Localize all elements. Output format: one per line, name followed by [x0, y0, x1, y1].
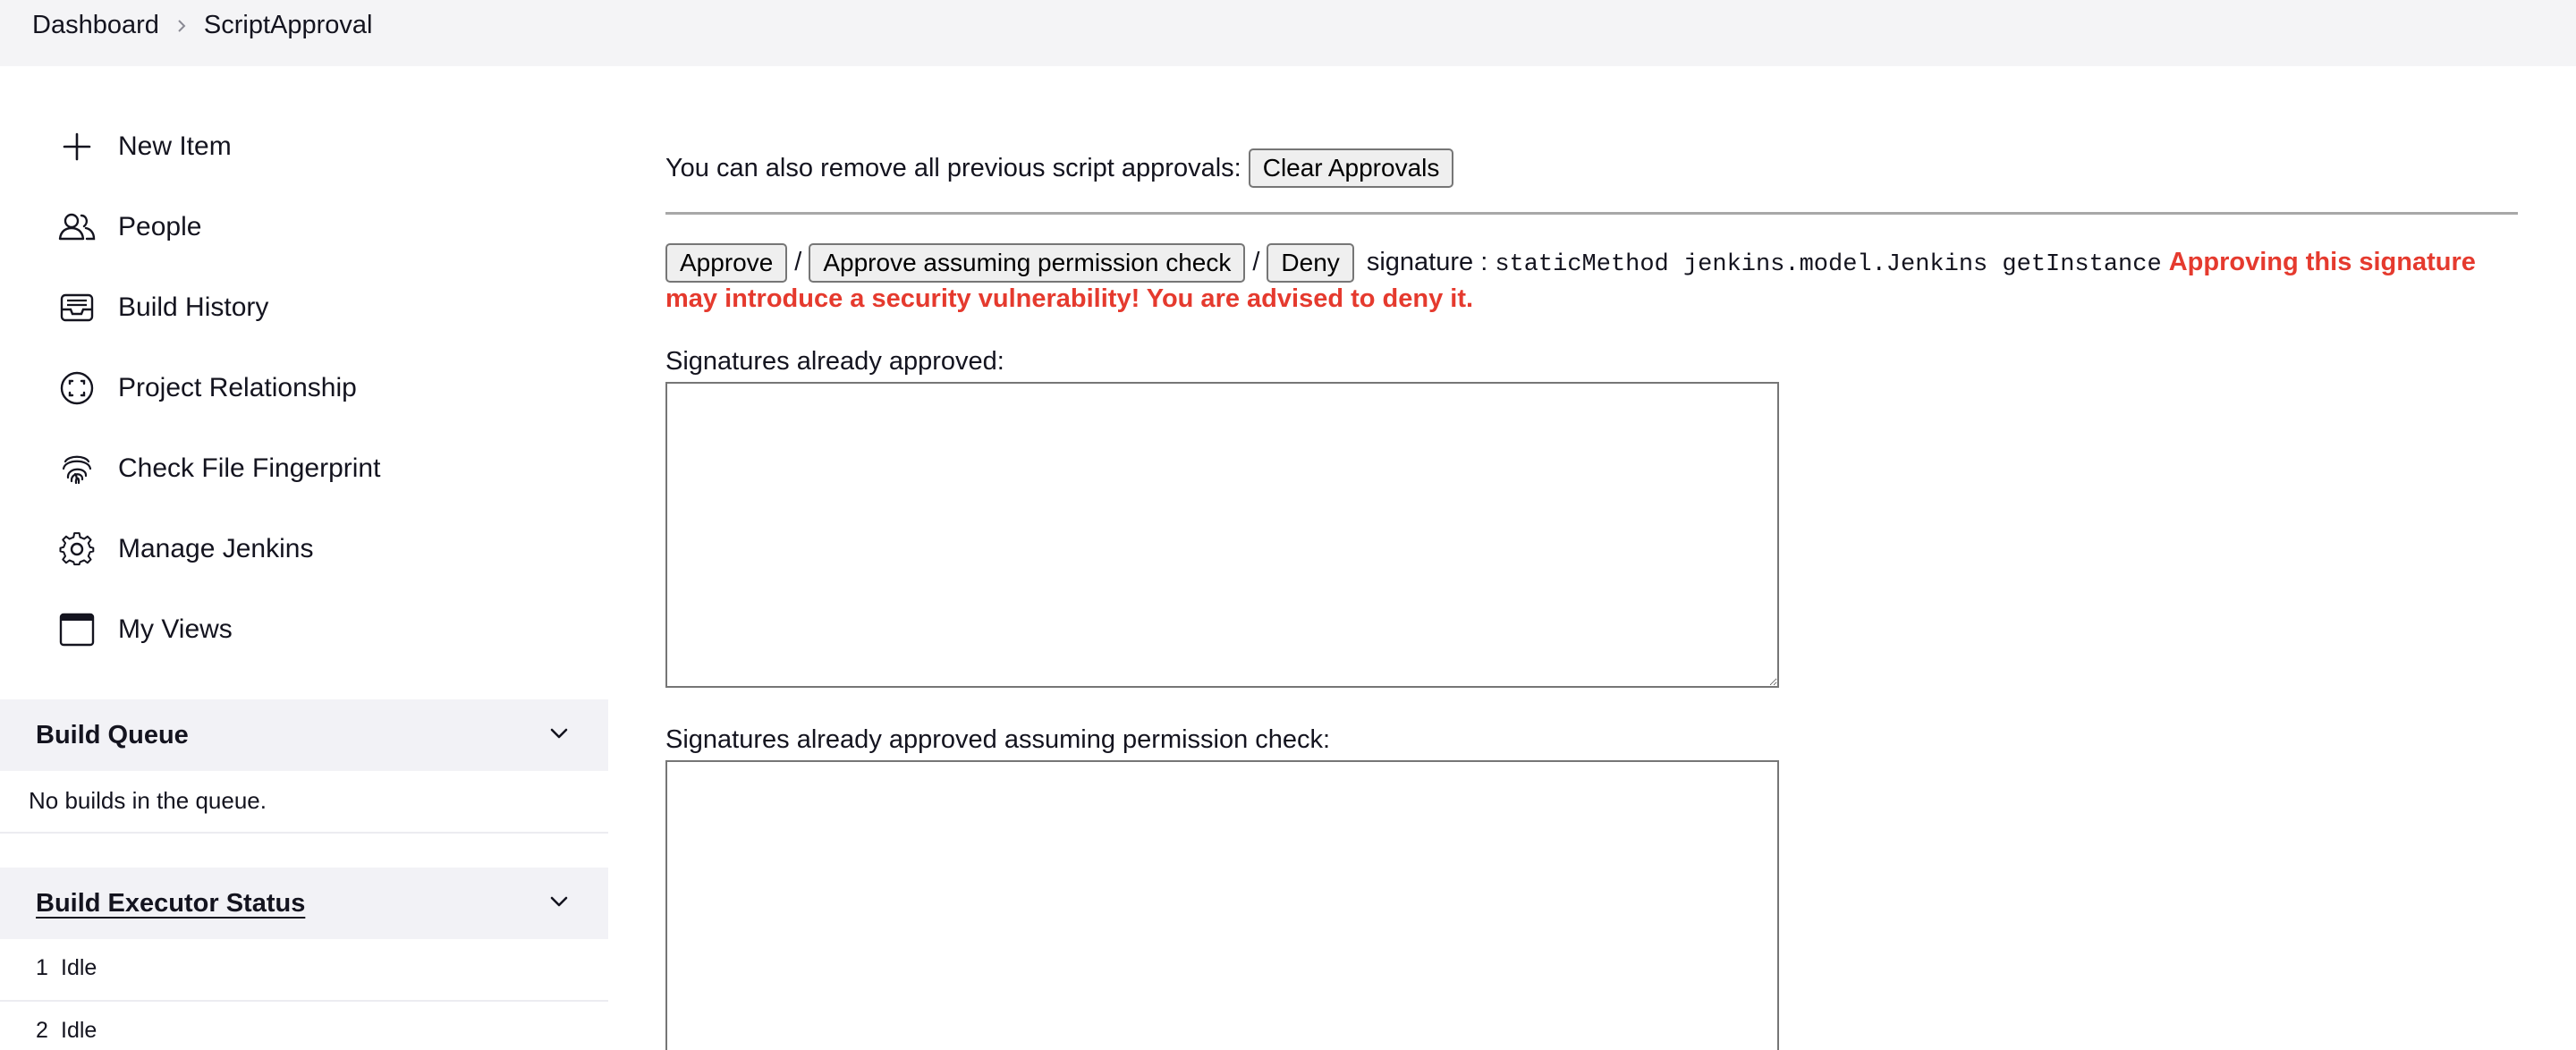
- slash-separator: /: [794, 248, 802, 276]
- approved-signatures-label: Signatures already approved:: [665, 347, 1004, 376]
- approved-permission-signatures-textarea[interactable]: [665, 760, 1779, 1050]
- sidebar-item-label: Build History: [118, 292, 269, 322]
- sidebar-item-manage-jenkins[interactable]: Manage Jenkins: [54, 522, 313, 576]
- executor-status: Idle: [61, 1018, 97, 1043]
- approve-assuming-permission-button[interactable]: Approve assuming permission check: [809, 243, 1246, 284]
- executor-row: 1 Idle: [36, 955, 97, 981]
- fingerprint-icon: [54, 445, 100, 492]
- signature-label: signature :: [1366, 248, 1488, 276]
- breadcrumb-dashboard[interactable]: Dashboard: [32, 9, 159, 41]
- executor-row: 2 Idle: [36, 1018, 97, 1044]
- signature-value: staticMethod jenkins.model.Jenkins getIn…: [1495, 251, 2162, 278]
- security-warning: Approving this signature: [2168, 248, 2476, 276]
- relationship-icon: [54, 365, 100, 411]
- divider: [0, 832, 608, 834]
- divider: [0, 1000, 608, 1002]
- clear-approvals-line: You can also remove all previous script …: [665, 148, 1454, 188]
- security-warning-continued: may introduce a security vulnerability! …: [665, 284, 1474, 313]
- pending-signature: Approve / Approve assuming permission chec…: [665, 243, 2526, 284]
- approve-button[interactable]: Approve: [665, 243, 788, 284]
- deny-button[interactable]: Deny: [1267, 243, 1354, 284]
- people-icon: [54, 204, 100, 250]
- slash-separator: /: [1252, 248, 1260, 276]
- approved-permission-signatures-label: Signatures already approved assuming per…: [665, 725, 1331, 754]
- breadcrumb: Dashboard ScriptApproval: [32, 9, 372, 41]
- top-bar: Dashboard ScriptApproval: [0, 0, 2576, 66]
- approved-signatures-textarea[interactable]: [665, 382, 1779, 688]
- gear-icon: [54, 526, 100, 572]
- separator-line: [665, 212, 2518, 215]
- chevron-down-icon[interactable]: [546, 720, 572, 751]
- plus-icon: [54, 123, 100, 170]
- sidebar-item-label: New Item: [118, 131, 232, 161]
- sidebar-item-label: Manage Jenkins: [118, 534, 314, 563]
- executor-number: 1: [36, 955, 48, 980]
- sidebar-item-check-file-fingerprint[interactable]: Check File Fingerprint: [54, 442, 380, 495]
- sidebar-item-label: People: [118, 212, 202, 241]
- sidebar-item-label: Check File Fingerprint: [118, 453, 381, 483]
- clear-approvals-text: You can also remove all previous script …: [665, 153, 1241, 182]
- inbox-icon: [54, 284, 100, 331]
- sidebar-item-label: My Views: [118, 614, 233, 644]
- executor-status-header[interactable]: Build Executor Status: [0, 868, 608, 939]
- sidebar-item-build-history[interactable]: Build History: [54, 281, 268, 334]
- chevron-right-icon: [159, 9, 204, 41]
- build-queue-title: Build Queue: [36, 720, 189, 749]
- main-content: You can also remove all previous script …: [665, 66, 2544, 1050]
- sidebar-item-label: Project Relationship: [118, 373, 357, 402]
- clear-approvals-button[interactable]: Clear Approvals: [1248, 148, 1454, 188]
- sidebar-item-new-item[interactable]: New Item: [54, 120, 232, 174]
- sidebar-item-people[interactable]: People: [54, 200, 201, 254]
- sidebar: New Item People Build History Project Re…: [0, 66, 608, 1050]
- executor-status-title[interactable]: Build Executor Status: [36, 889, 305, 919]
- executor-status: Idle: [61, 955, 97, 980]
- sidebar-item-my-views[interactable]: My Views: [54, 603, 233, 656]
- chevron-down-icon[interactable]: [546, 888, 572, 919]
- build-queue-header[interactable]: Build Queue: [0, 699, 608, 771]
- sidebar-item-project-relationship[interactable]: Project Relationship: [54, 361, 357, 415]
- window-icon: [54, 606, 100, 653]
- executor-number: 2: [36, 1018, 48, 1043]
- breadcrumb-scriptapproval[interactable]: ScriptApproval: [204, 9, 373, 41]
- build-queue-empty-text: No builds in the queue.: [29, 787, 267, 814]
